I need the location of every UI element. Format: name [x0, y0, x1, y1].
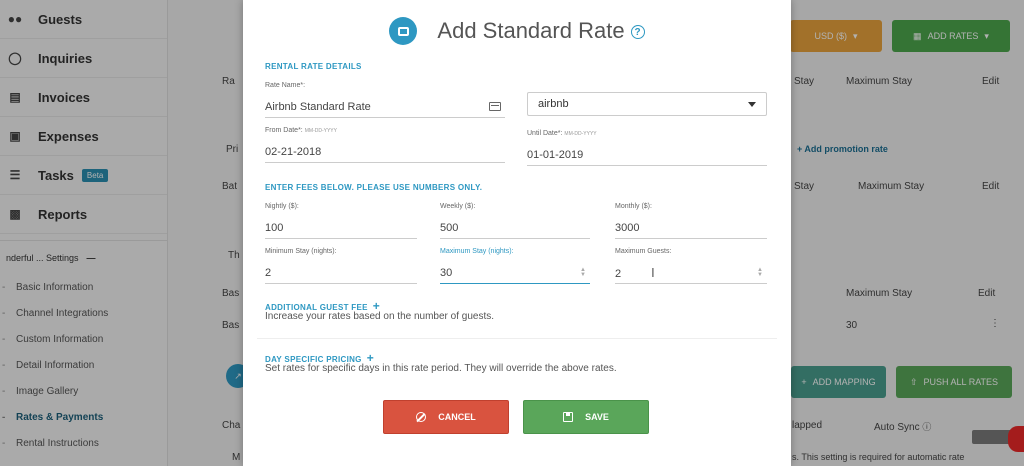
maximum-guests-value: 2 [615, 267, 622, 280]
channel-select-value: airbnb [538, 98, 569, 110]
maximum-stay-input[interactable]: 30 ▲ ▼ [440, 262, 590, 284]
maximum-guests-field: Maximum Guests: 2Ⅰ ▲ ▼ [615, 248, 767, 284]
nightly-value: 100 [265, 221, 284, 234]
until-date-label: Until Date*: MM-DD-YYYY [527, 130, 597, 137]
nightly-label: Nightly ($): [265, 203, 299, 210]
weekly-input[interactable]: 500 [440, 217, 590, 239]
until-date-input[interactable]: 01-01-2019 [527, 144, 767, 166]
maximum-guests-label: Maximum Guests: [615, 248, 672, 255]
weekly-label: Weekly ($): [440, 203, 476, 210]
minimum-stay-input[interactable]: 2 [265, 262, 417, 284]
monthly-value: 3000 [615, 221, 640, 234]
from-date-label: From Date*: MM-DD-YYYY [265, 127, 337, 134]
divider [257, 338, 777, 339]
rate-name-value: Airbnb Standard Rate [265, 100, 371, 113]
floppy-disk-icon [563, 412, 574, 422]
text-cursor-icon: Ⅰ [651, 265, 655, 280]
nightly-input[interactable]: 100 [265, 217, 417, 239]
caret-down-icon [748, 101, 756, 107]
channel-select[interactable]: airbnb [527, 92, 767, 116]
section-title-rental-rate-details: RENTAL RATE DETAILS [265, 62, 362, 71]
monthly-field: Monthly ($): 3000 [615, 203, 767, 239]
additional-guest-fee-description: Increase your rates based on the number … [265, 311, 495, 322]
rate-card-icon [389, 17, 418, 45]
minimum-stay-value: 2 [265, 266, 272, 279]
save-button[interactable]: SAVE [523, 400, 649, 434]
spinner-arrows-icon[interactable]: ▲ ▼ [757, 267, 763, 278]
modal-header: Add Standard Rate ? [243, 0, 791, 62]
monthly-label: Monthly ($): [615, 203, 652, 210]
day-specific-pricing-description: Set rates for specific days in this rate… [265, 363, 617, 374]
maximum-stay-value: 30 [440, 266, 453, 279]
ban-icon [416, 412, 427, 422]
modal-title: Add Standard Rate [437, 18, 625, 43]
save-label: SAVE [585, 412, 609, 422]
maximum-guests-input[interactable]: 2Ⅰ ▲ ▼ [615, 262, 767, 284]
record-indicator [1008, 426, 1024, 452]
cancel-label: CANCEL [438, 412, 476, 422]
weekly-field: Weekly ($): 500 [440, 203, 590, 239]
until-date-value: 01-01-2019 [527, 148, 584, 161]
minimum-stay-label: Minimum Stay (nights): [265, 248, 337, 255]
maximum-stay-field: Maximum Stay (nights): 30 ▲ ▼ [440, 248, 590, 284]
id-card-icon [489, 102, 501, 111]
monthly-input[interactable]: 3000 [615, 217, 767, 239]
nightly-field: Nightly ($): 100 [265, 203, 417, 239]
spinner-arrows-icon[interactable]: ▲ ▼ [580, 267, 586, 278]
add-standard-rate-modal: Add Standard Rate ? RENTAL RATE DETAILS … [243, 0, 791, 466]
rate-name-field: Rate Name*: Airbnb Standard Rate [265, 82, 505, 118]
from-date-field: From Date*: MM-DD-YYYY 02-21-2018 [265, 127, 505, 163]
rate-name-label: Rate Name*: [265, 82, 306, 89]
maximum-stay-label: Maximum Stay (nights): [440, 248, 514, 255]
from-date-input[interactable]: 02-21-2018 [265, 141, 505, 163]
until-date-field: Until Date*: MM-DD-YYYY 01-01-2019 [527, 130, 767, 166]
cancel-button[interactable]: CANCEL [383, 400, 509, 434]
rate-name-input[interactable]: Airbnb Standard Rate [265, 96, 505, 118]
weekly-value: 500 [440, 221, 459, 234]
help-icon[interactable]: ? [630, 25, 645, 39]
minimum-stay-field: Minimum Stay (nights): 2 [265, 248, 417, 284]
maximum-guests-value-wrap: 2Ⅰ [615, 266, 655, 280]
section-title-enter-fees: ENTER FEES BELOW. PLEASE USE NUMBERS ONL… [265, 183, 483, 192]
from-date-value: 02-21-2018 [265, 145, 322, 158]
